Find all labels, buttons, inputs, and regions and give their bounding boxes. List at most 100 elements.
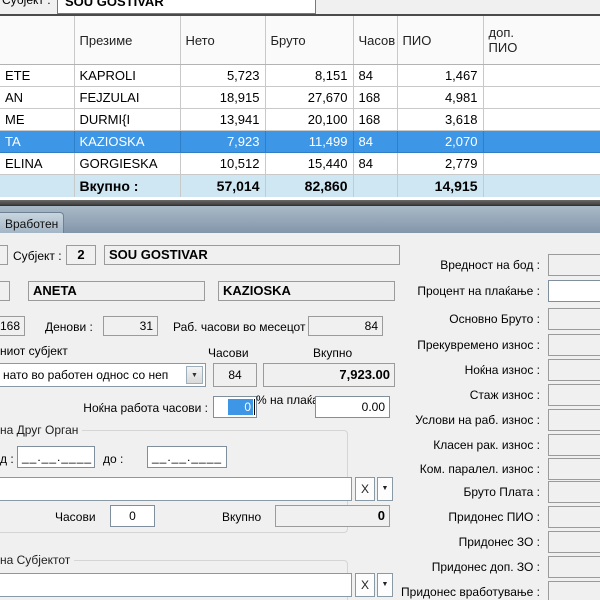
rp-value-field bbox=[548, 556, 600, 578]
cell-name[interactable]: AN bbox=[0, 87, 74, 109]
rp-value-field bbox=[548, 254, 600, 276]
rp-row: Услови на раб. износ : bbox=[368, 409, 600, 431]
employee-detail-form: Субјект : 2 SOU GOSTIVAR ANETA KAZIOSKA … bbox=[0, 233, 600, 600]
cell-pio[interactable]: 2,070 bbox=[397, 131, 483, 153]
cell-neto[interactable]: 18,915 bbox=[180, 87, 265, 109]
table-row[interactable]: AN FEJZULAI 18,915 27,670 168 4,981 bbox=[0, 87, 600, 109]
cell-surname[interactable]: FEJZULAI bbox=[74, 87, 180, 109]
cell-name[interactable]: ME bbox=[0, 109, 74, 131]
col-header-dop-pio: доп. ПИО bbox=[483, 16, 600, 65]
cell-bruto[interactable]: 15,440 bbox=[265, 153, 353, 175]
cell-name[interactable]: ETE bbox=[0, 65, 74, 87]
cell-pio[interactable]: 1,467 bbox=[397, 65, 483, 87]
rp-value-input[interactable] bbox=[548, 280, 600, 302]
rp-value-field bbox=[548, 531, 600, 553]
table-row[interactable]: ME DURMI{I 13,941 20,100 168 3,618 bbox=[0, 109, 600, 131]
cell-dop-pio[interactable] bbox=[483, 109, 600, 131]
cell-dop-pio[interactable] bbox=[483, 87, 600, 109]
tab-employee[interactable]: Вработен bbox=[0, 212, 64, 234]
date-to-input[interactable]: __.__.____ bbox=[147, 446, 227, 468]
other-org-combobox[interactable] bbox=[0, 477, 352, 501]
days-field: 31 bbox=[103, 316, 158, 336]
selected-text: 0 bbox=[228, 399, 253, 415]
rp-value-field bbox=[548, 434, 600, 456]
top-partial-strip: Субјект : SOU GOSTIVAR bbox=[0, 0, 600, 14]
col-header-surname: Презиме bbox=[74, 16, 180, 65]
rp-value-field bbox=[548, 458, 600, 480]
cell-dop-pio[interactable] bbox=[483, 131, 600, 153]
subject-label: Субјект : bbox=[13, 249, 62, 263]
rp-row: Класен рак. износ : bbox=[368, 434, 600, 456]
rp-value-field bbox=[548, 384, 600, 406]
first-name-field: ANETA bbox=[28, 281, 205, 301]
fund-hours-field: 168 bbox=[0, 316, 25, 336]
work-relation-combobox[interactable]: нато во работен однос со неп ▼ bbox=[0, 363, 206, 387]
cell-surname[interactable]: KAZIOSKA bbox=[74, 131, 180, 153]
cell-neto[interactable]: 10,512 bbox=[180, 153, 265, 175]
night-work-input[interactable]: 0 bbox=[213, 396, 257, 418]
col-header-name bbox=[0, 16, 74, 65]
col-header-neto: Нето bbox=[180, 16, 265, 65]
cell-surname[interactable]: DURMI{I bbox=[74, 109, 180, 131]
cell-name[interactable]: ELINA bbox=[0, 153, 74, 175]
rp-row: Ноќна износ : bbox=[368, 359, 600, 381]
other-org-hours-input[interactable]: 0 bbox=[110, 505, 155, 527]
table-row-selected[interactable]: TA KAZIOSKA 7,923 11,499 84 2,070 bbox=[0, 131, 600, 153]
rp-value-field bbox=[548, 308, 600, 330]
total-pio: 14,915 bbox=[397, 175, 483, 198]
table-row[interactable]: ELINA GORGIESKA 10,512 15,440 84 2,779 bbox=[0, 153, 600, 175]
rp-row: Основно Бруто : bbox=[368, 308, 600, 330]
subject-combobox[interactable] bbox=[0, 573, 352, 597]
cell-pio[interactable]: 4,981 bbox=[397, 87, 483, 109]
table-row[interactable]: ETE KAPROLI 5,723 8,151 84 1,467 bbox=[0, 65, 600, 87]
cell-bruto[interactable]: 8,151 bbox=[265, 65, 353, 87]
night-work-label: Ноќна работа часови : bbox=[60, 401, 208, 415]
rp-label: Стаж износ : bbox=[368, 384, 540, 406]
cell-hours[interactable]: 84 bbox=[353, 131, 397, 153]
cell-surname[interactable]: KAPROLI bbox=[74, 65, 180, 87]
date-from-input[interactable]: __.__.____ bbox=[17, 446, 95, 468]
rp-value-field bbox=[548, 334, 600, 356]
rp-row: Придонес ПИО : bbox=[368, 506, 600, 528]
cell-hours[interactable]: 168 bbox=[353, 109, 397, 131]
rp-label: Класен рак. износ : bbox=[368, 434, 540, 456]
subject-name-field-top: SOU GOSTIVAR bbox=[57, 0, 316, 14]
cell-neto[interactable]: 7,923 bbox=[180, 131, 265, 153]
cell-dop-pio[interactable] bbox=[483, 153, 600, 175]
rp-row: Придонес вработување : bbox=[368, 581, 600, 600]
subject-group-title: на Субјектот bbox=[0, 553, 74, 567]
cell-bruto[interactable]: 11,499 bbox=[265, 131, 353, 153]
rp-label: Ком. паралел. износ : bbox=[368, 458, 540, 480]
cell-hours[interactable]: 84 bbox=[353, 153, 397, 175]
cell-dop-pio[interactable] bbox=[483, 65, 600, 87]
cell-hours[interactable]: 84 bbox=[353, 65, 397, 87]
total-dop-pio bbox=[483, 175, 600, 198]
col-header-pio: ПИО bbox=[397, 16, 483, 65]
month-hours-label: Раб. часови во месецот : bbox=[173, 320, 312, 334]
rp-label: Придонес доп. ЗО : bbox=[368, 556, 540, 578]
rp-row: Придонес доп. ЗО : bbox=[368, 556, 600, 578]
clipped-field-b bbox=[0, 281, 10, 301]
rp-value-field bbox=[548, 581, 600, 600]
cell-bruto[interactable]: 20,100 bbox=[265, 109, 353, 131]
cell-pio[interactable]: 3,618 bbox=[397, 109, 483, 131]
col-header-bruto: Бруто bbox=[265, 16, 353, 65]
grid-header-row: Презиме Нето Бруто Часов ПИО доп. ПИО bbox=[0, 16, 600, 65]
rp-label: Придонес ЗО : bbox=[368, 531, 540, 553]
rp-label: Придонес ПИО : bbox=[368, 506, 540, 528]
total-column-label: Вкупно bbox=[313, 346, 352, 360]
percent-pay-label: % на плаќањ bbox=[256, 393, 312, 407]
chevron-down-icon[interactable]: ▼ bbox=[186, 366, 203, 384]
cell-bruto[interactable]: 27,670 bbox=[265, 87, 353, 109]
subject-name-field: SOU GOSTIVAR bbox=[104, 245, 400, 265]
cell-surname[interactable]: GORGIESKA bbox=[74, 153, 180, 175]
cell-name[interactable]: TA bbox=[0, 131, 74, 153]
cell-pio[interactable]: 2,779 bbox=[397, 153, 483, 175]
cell-neto[interactable]: 13,941 bbox=[180, 109, 265, 131]
cell-neto[interactable]: 5,723 bbox=[180, 65, 265, 87]
cell-hours[interactable]: 168 bbox=[353, 87, 397, 109]
rp-label: Услови на раб. износ : bbox=[368, 409, 540, 431]
payroll-window: Субјект : SOU GOSTIVAR Презиме Нето Брут… bbox=[0, 0, 600, 600]
hours-column-label: Часови bbox=[208, 346, 249, 360]
clipped-field-a bbox=[0, 245, 8, 265]
